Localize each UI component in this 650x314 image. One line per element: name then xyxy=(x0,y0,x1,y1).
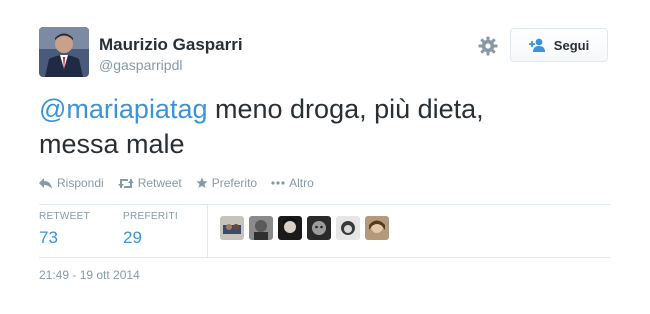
add-user-icon xyxy=(528,38,545,52)
favorite-count-value: 29 xyxy=(123,228,142,247)
more-button[interactable]: Altro xyxy=(271,176,314,190)
favoriter-avatar[interactable] xyxy=(307,216,331,240)
follow-button[interactable]: Segui xyxy=(510,28,608,62)
author-avatar[interactable] xyxy=(39,27,89,77)
more-label: Altro xyxy=(289,176,314,190)
retweet-button[interactable]: Retweet xyxy=(117,176,182,190)
star-icon xyxy=(196,177,208,188)
tweet-text: @mariapiatag meno droga, più dieta, mess… xyxy=(39,92,599,162)
stats-bottom-divider xyxy=(39,257,610,258)
retweet-count[interactable]: RETWEET 73 xyxy=(39,211,90,248)
favoriter-avatar[interactable] xyxy=(365,216,389,240)
favoriter-avatar[interactable] xyxy=(336,216,360,240)
favorite-label: Preferito xyxy=(211,176,258,190)
more-icon xyxy=(271,181,285,185)
tweet-text-line1: meno droga, più dieta, xyxy=(207,94,484,124)
favoriter-avatar[interactable] xyxy=(278,216,302,240)
mention-link[interactable]: @mariapiatag xyxy=(39,94,208,124)
gear-icon[interactable] xyxy=(478,36,498,56)
favoriter-avatar[interactable] xyxy=(249,216,273,240)
favorite-count[interactable]: PREFERITI 29 xyxy=(123,211,178,248)
avatar-image xyxy=(39,27,89,77)
retweet-icon xyxy=(117,178,134,188)
favoriter-avatar[interactable] xyxy=(220,216,244,240)
follow-button-label: Segui xyxy=(553,37,590,53)
favoriter-avatars xyxy=(220,216,389,240)
retweet-count-value: 73 xyxy=(39,228,58,247)
stats-top-divider xyxy=(39,204,610,205)
tweet-actions: Rispondi Retweet Preferito Altro xyxy=(39,176,314,190)
favorite-button[interactable]: Preferito xyxy=(196,176,257,190)
reply-label: Rispondi xyxy=(57,176,104,190)
tweet-timestamp[interactable]: 21:49 - 19 ott 2014 xyxy=(39,268,140,282)
tweet-text-line2: messa male xyxy=(39,129,185,159)
retweet-label: Retweet xyxy=(137,176,182,190)
stats-separator xyxy=(207,205,208,257)
reply-button[interactable]: Rispondi xyxy=(39,176,104,190)
retweet-count-label: RETWEET xyxy=(39,211,90,222)
author-handle[interactable]: @gasparripdl xyxy=(99,57,182,73)
author-name[interactable]: Maurizio Gasparri xyxy=(99,35,243,55)
favorite-count-label: PREFERITI xyxy=(123,211,178,222)
reply-icon xyxy=(39,177,52,189)
